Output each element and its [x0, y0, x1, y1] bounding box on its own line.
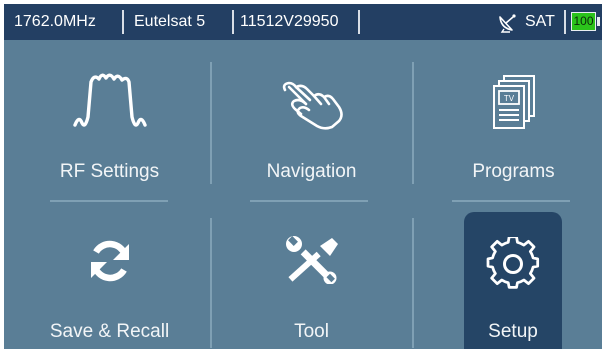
status-divider	[232, 10, 234, 34]
menu-tile-save-recall[interactable]: Save & Recall	[12, 200, 207, 349]
menu-tile-label: Setup	[488, 321, 538, 342]
gear-icon	[486, 237, 540, 289]
grid-divider	[210, 62, 212, 184]
battery-tip	[597, 17, 600, 26]
status-divider	[358, 10, 360, 34]
satellite-name: Eutelsat 5	[134, 13, 206, 30]
satellite-dish-icon	[499, 14, 516, 33]
hand-pointer-icon	[282, 81, 343, 130]
status-bar: 1762.0MHz Eutelsat 5 11512V29950 SAT 100	[4, 4, 602, 40]
menu-tile-label: Tool	[294, 321, 329, 342]
tv-document-icon: TV	[492, 75, 535, 129]
status-divider	[564, 10, 566, 34]
grid-divider	[412, 62, 414, 184]
menu-tile-label: RF Settings	[59, 161, 160, 182]
rf-spectrum-icon	[72, 73, 147, 127]
tools-icon	[285, 236, 338, 284]
transponder-readout: 11512V29950	[240, 13, 339, 30]
status-divider	[122, 10, 124, 34]
menu-tile-navigation[interactable]: Navigation	[214, 44, 409, 196]
menu-tile-setup[interactable]: Setup	[464, 212, 562, 349]
battery-indicator: 100	[571, 12, 596, 31]
menu-tile-label: Programs	[472, 161, 555, 182]
menu-tile-label: Save & Recall	[49, 321, 170, 342]
device-screen: 1762.0MHz Eutelsat 5 11512V29950 SAT 100…	[4, 4, 602, 349]
grid-divider	[412, 218, 414, 348]
signal-mode-label: SAT	[525, 13, 555, 30]
tv-icon-text: TV	[503, 94, 514, 103]
grid-divider	[210, 218, 212, 348]
menu-tile-tool[interactable]: Tool	[214, 200, 409, 349]
refresh-icon	[90, 240, 129, 282]
frequency-readout: 1762.0MHz	[14, 13, 96, 30]
grid-divider	[452, 200, 570, 202]
menu-tile-label: Navigation	[266, 161, 357, 182]
menu-tile-programs[interactable]: TV Programs	[416, 44, 602, 196]
menu-tile-rf-settings[interactable]: RF Settings	[12, 44, 207, 196]
